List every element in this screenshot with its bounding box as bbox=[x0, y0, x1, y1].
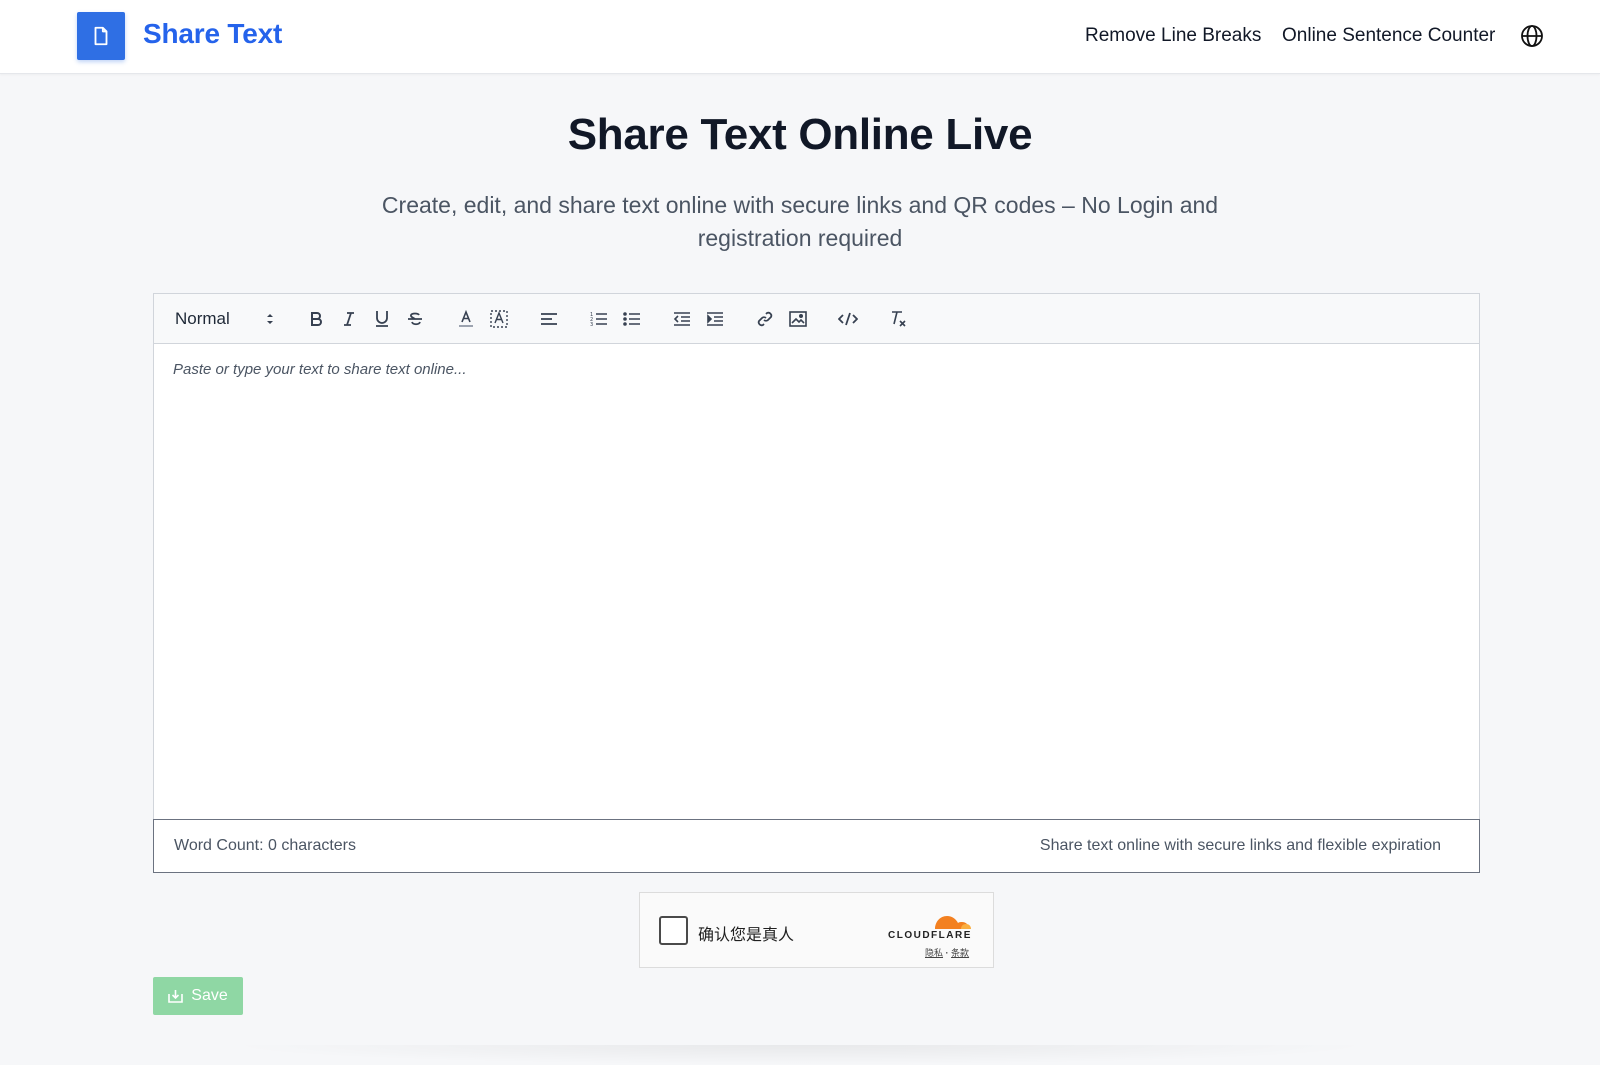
image-icon[interactable] bbox=[786, 307, 810, 331]
clear-format-icon[interactable] bbox=[886, 307, 910, 331]
word-count: Word Count: 0 characters bbox=[174, 837, 357, 854]
strikethrough-icon[interactable] bbox=[403, 307, 427, 331]
editor-placeholder: Paste or type your text to share text on… bbox=[173, 361, 467, 378]
outdent-icon[interactable] bbox=[670, 307, 694, 331]
select-arrows-icon bbox=[267, 314, 273, 324]
top-navbar: Share Text Remove Line Breaks Online Sen… bbox=[0, 0, 1600, 74]
editor-toolbar: Normal 123 bbox=[154, 294, 1479, 344]
globe-icon[interactable] bbox=[1520, 24, 1544, 48]
cloudflare-wordmark: CLOUDFLARE bbox=[888, 930, 972, 941]
editor-status-bar: Word Count: 0 characters Share text onli… bbox=[153, 819, 1480, 873]
editor-text-area[interactable]: Paste or type your text to share text on… bbox=[154, 345, 1479, 819]
human-verify-checkbox[interactable] bbox=[659, 916, 688, 945]
cloudflare-captcha: 确认您是真人 CLOUDFLARE 隐私 · 条款 bbox=[639, 892, 994, 968]
rich-text-editor: Normal 123 Paste or type your text to sh… bbox=[153, 293, 1480, 873]
nav-online-sentence-counter[interactable]: Online Sentence Counter bbox=[1282, 25, 1495, 47]
terms-link[interactable]: 条款 bbox=[951, 948, 969, 958]
page-title: Share Text Online Live bbox=[567, 110, 1033, 159]
heading-select[interactable]: Normal bbox=[175, 306, 275, 332]
text-color-icon[interactable] bbox=[454, 307, 478, 331]
code-icon[interactable] bbox=[836, 307, 860, 331]
nav-remove-line-breaks[interactable]: Remove Line Breaks bbox=[1085, 25, 1261, 47]
heading-select-value: Normal bbox=[175, 309, 230, 328]
save-button[interactable]: Save bbox=[153, 977, 243, 1015]
document-icon bbox=[94, 26, 108, 46]
bold-icon[interactable] bbox=[304, 307, 328, 331]
background-color-icon[interactable] bbox=[487, 307, 511, 331]
editor-tagline: Share text online with secure links and … bbox=[1039, 837, 1441, 854]
align-icon[interactable] bbox=[537, 307, 561, 331]
bullet-list-icon[interactable] bbox=[620, 307, 644, 331]
page-subtitle: Create, edit, and share text online with… bbox=[381, 192, 1219, 251]
link-icon[interactable] bbox=[753, 307, 777, 331]
brand-name[interactable]: Share Text bbox=[143, 18, 282, 50]
logo[interactable] bbox=[77, 12, 125, 60]
indent-icon[interactable] bbox=[703, 307, 727, 331]
captcha-links: 隐私 · 条款 bbox=[925, 946, 969, 959]
privacy-link[interactable]: 隐私 bbox=[925, 948, 943, 958]
svg-text:3: 3 bbox=[590, 322, 593, 327]
underline-icon[interactable] bbox=[370, 307, 394, 331]
save-button-label: Save bbox=[191, 987, 228, 1004]
bottom-shadow bbox=[220, 1045, 1380, 1065]
link-separator: · bbox=[945, 948, 949, 958]
save-icon bbox=[168, 990, 184, 1003]
italic-icon[interactable] bbox=[337, 307, 361, 331]
captcha-label: 确认您是真人 bbox=[698, 927, 795, 944]
ordered-list-icon[interactable]: 123 bbox=[587, 307, 611, 331]
